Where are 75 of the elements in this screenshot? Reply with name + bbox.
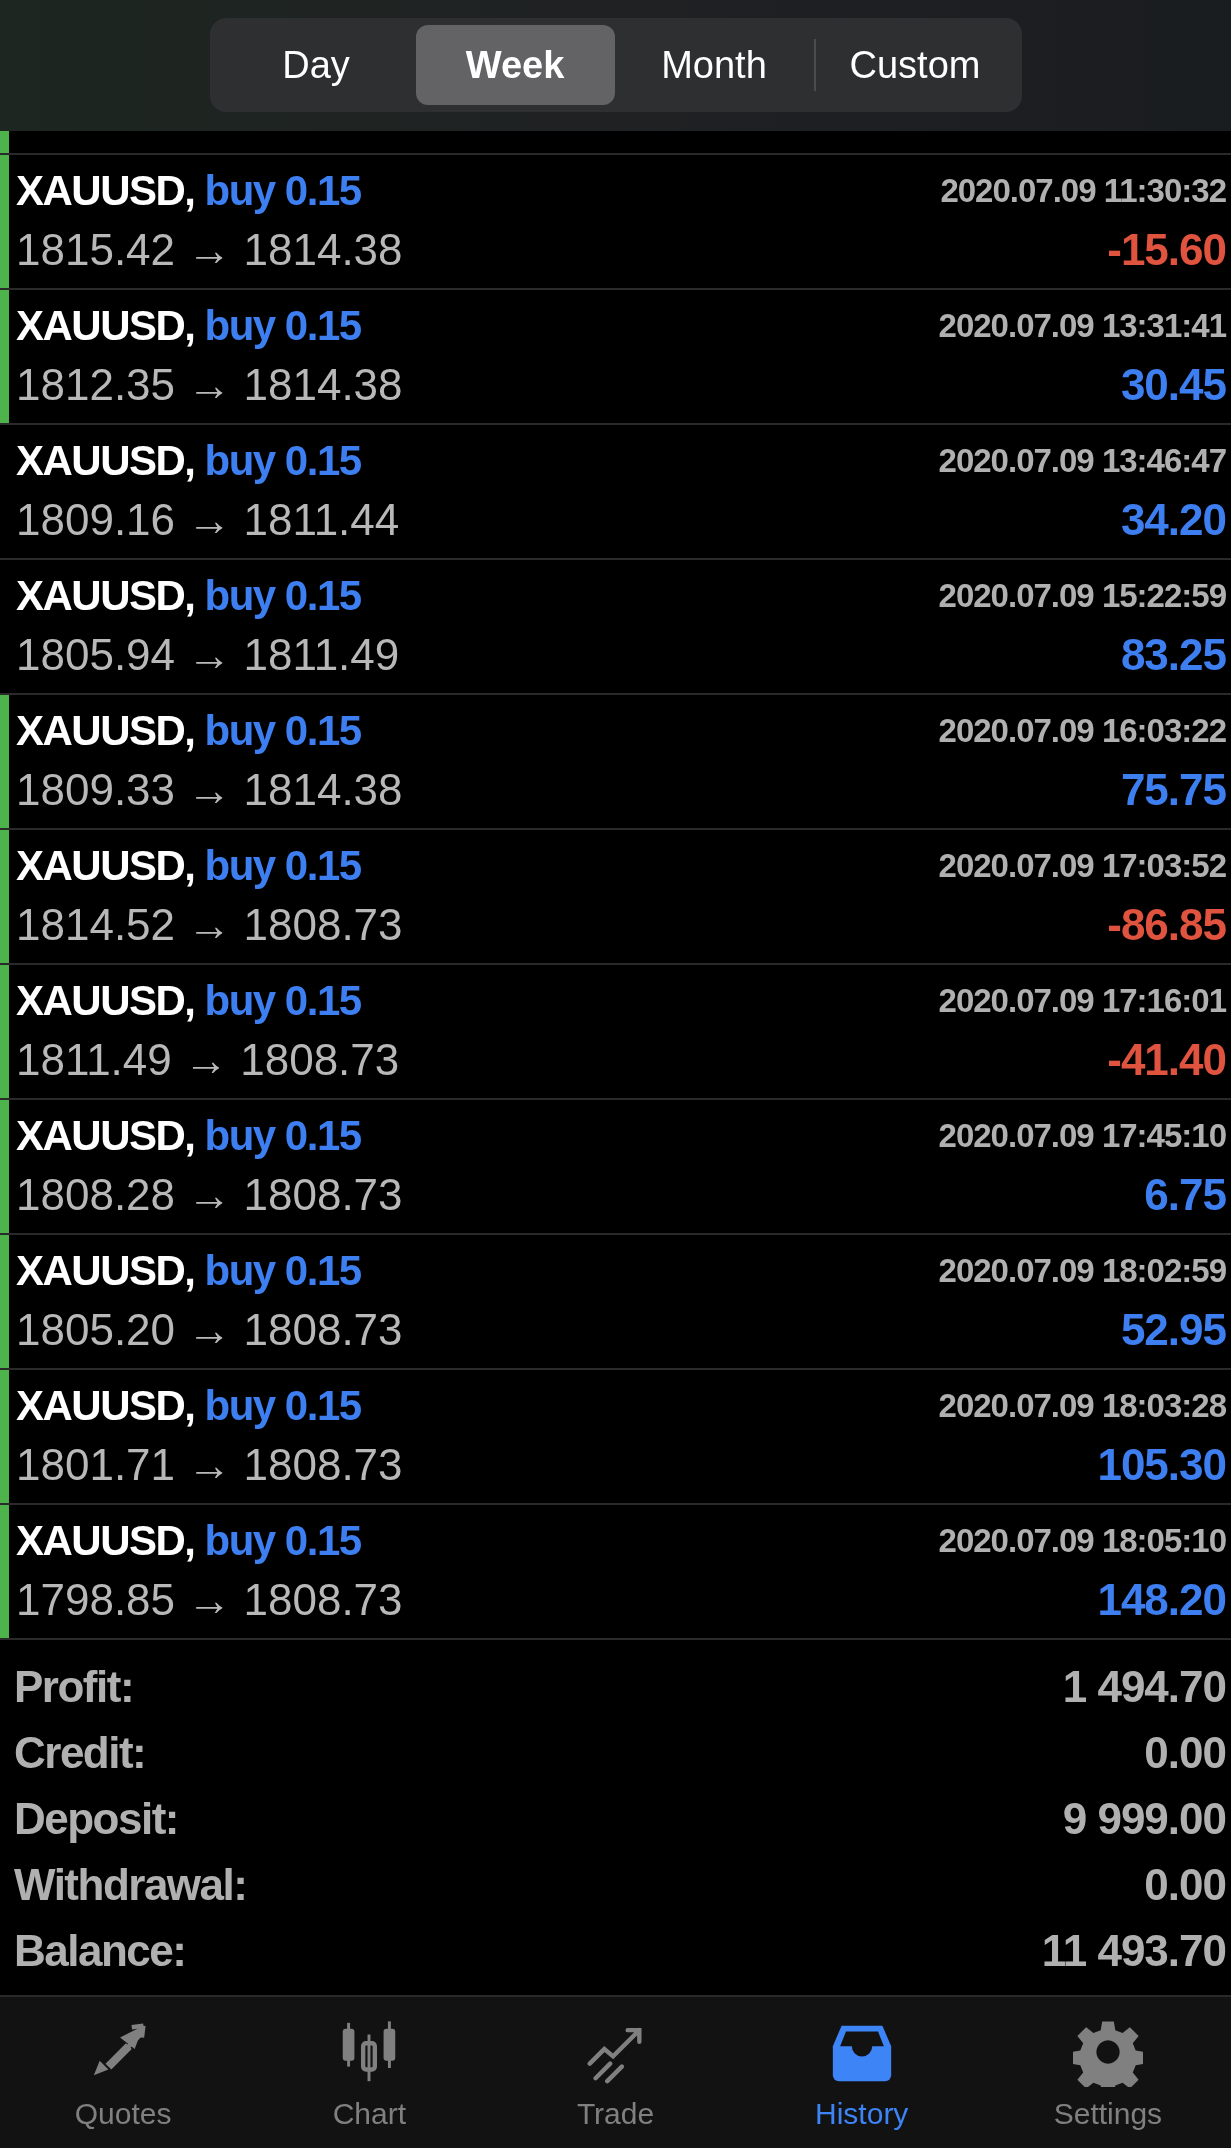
summary-label: Credit: [14,1727,146,1779]
summary-label: Withdrawal: [14,1859,247,1911]
price-range: 1801.71 → 1808.73 [16,1439,403,1491]
deal-volume: buy 0.15 [204,1516,361,1566]
tab-bar-item[interactable]: Settings [984,1997,1231,2148]
deal-time: 2020.07.09 16:03:22 [938,711,1226,751]
deal-volume: buy 0.15 [204,166,361,216]
price-range: 1809.16 → 1811.44 [16,494,400,546]
deal-profit: 148.20 [1097,1574,1226,1626]
symbol: XAUUSD, [16,166,195,216]
deal-profit: 75.75 [1120,764,1226,816]
deal-time: 2020.07.09 15:22:59 [938,576,1226,616]
deal-time: 2020.07.09 18:02:59 [938,1251,1226,1291]
deal-volume: buy 0.15 [204,301,361,351]
deal-volume: buy 0.15 [204,436,361,486]
deal-profit: -86.85 [1107,899,1226,951]
tab-bar-item[interactable]: Quotes [0,1997,247,2148]
deal-volume: buy 0.15 [204,976,361,1026]
deal-profit: 30.45 [1120,359,1226,411]
deal-time: 2020.07.09 13:31:41 [938,306,1226,346]
symbol: XAUUSD, [16,706,195,756]
price-range: 1815.42 → 1814.38 [16,224,403,276]
deal-time: 2020.07.09 18:05:10 [938,1521,1226,1561]
period-tab[interactable]: Month [614,25,814,105]
summary-label: Profit: [14,1661,134,1713]
symbol: XAUUSD, [16,301,195,351]
tab-bar-item[interactable]: History [738,1997,985,2148]
deal-profit: 34.20 [1120,494,1226,546]
deal-profit: 52.95 [1120,1304,1226,1356]
deal-profit: 105.30 [1097,1439,1226,1491]
symbol: XAUUSD, [16,436,195,486]
price-range: 1811.49 → 1808.73 [16,1034,400,1086]
price-range: 1808.28 → 1808.73 [16,1169,403,1221]
summary-value: 0.00 [1144,1727,1226,1779]
price-range: 1812.35 → 1814.38 [16,359,403,411]
deal-time: 2020.07.09 17:16:01 [938,981,1226,1021]
deal-time: 2020.07.09 13:46:47 [938,441,1226,481]
price-range: 1809.33 → 1814.38 [16,764,403,816]
deal-volume: buy 0.15 [204,1111,361,1161]
deal-volume: buy 0.15 [204,1246,361,1296]
row-marker [0,131,9,153]
summary-value: 0.00 [1144,1859,1226,1911]
summary-value: 1 494.70 [1062,1661,1226,1713]
deal-volume: buy 0.15 [204,706,361,756]
deal-profit: -41.40 [1107,1034,1226,1086]
symbol: XAUUSD, [16,1381,195,1431]
deal-volume: buy 0.15 [204,1381,361,1431]
price-range: 1805.94 → 1811.49 [16,629,400,681]
deal-time: 2020.07.09 17:03:52 [938,846,1226,886]
symbol: XAUUSD, [16,1111,195,1161]
summary-value: 9 999.00 [1062,1793,1226,1845]
deal-profit: 6.75 [1144,1169,1226,1221]
symbol: XAUUSD, [16,571,195,621]
deal-time: 2020.07.09 17:45:10 [938,1116,1226,1156]
deal-volume: buy 0.15 [204,571,361,621]
price-range: 1798.85 → 1808.73 [16,1574,403,1626]
period-tab[interactable]: Custom [815,25,1015,105]
symbol: XAUUSD, [16,976,195,1026]
price-range: 1814.52 → 1808.73 [16,899,403,951]
tab-bar-item[interactable]: Chart [246,1997,493,2148]
period-tab[interactable]: Week [415,25,615,105]
summary-label: Deposit: [14,1793,178,1845]
summary-value: 11 493.70 [1041,1925,1226,1977]
tab-bar-item[interactable]: Trade [492,1997,739,2148]
summary-label: Balance: [14,1925,186,1977]
deal-volume: buy 0.15 [204,841,361,891]
symbol: XAUUSD, [16,1516,195,1566]
symbol: XAUUSD, [16,841,195,891]
symbol: XAUUSD, [16,1246,195,1296]
period-tab[interactable]: Day [216,25,416,105]
deal-time: 2020.07.09 11:30:32 [940,171,1226,211]
deal-profit: 83.25 [1120,629,1226,681]
deal-time: 2020.07.09 18:03:28 [938,1386,1226,1426]
price-range: 1805.20 → 1808.73 [16,1304,403,1356]
deal-profit: -15.60 [1107,224,1226,276]
